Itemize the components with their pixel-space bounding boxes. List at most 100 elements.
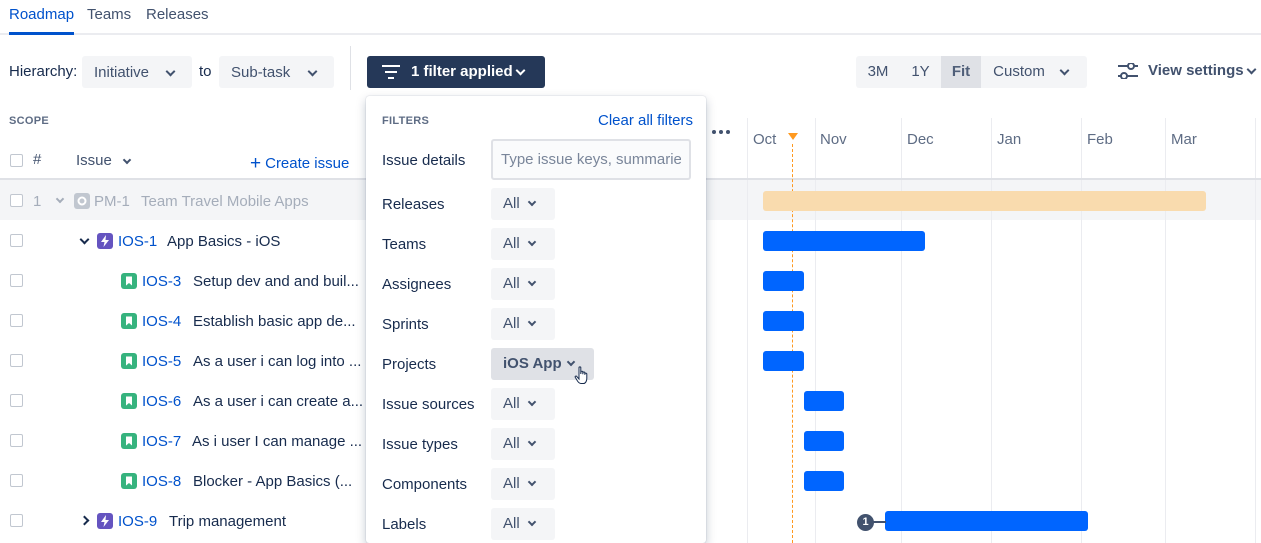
timeline-bar-ios-3[interactable] [763,271,804,291]
chevron-down-icon [527,317,537,327]
scope-title: SCOPE [9,115,50,127]
tab-releases[interactable]: Releases [146,6,209,35]
issue-title[interactable]: As a user i can log into ... [193,353,361,370]
timeline-bar-pm-1[interactable] [763,191,1206,211]
issue-title[interactable]: App Basics - iOS [167,233,280,250]
issue-sources-select[interactable]: All [491,388,555,420]
timeline-bar-ios-5[interactable] [763,351,804,371]
clear-all-filters-link[interactable]: Clear all filters [598,112,693,129]
more-options-icon[interactable] [712,121,733,139]
epic-icon [97,233,113,249]
filters-title: FILTERS [382,115,430,127]
chevron-right-icon[interactable] [79,515,90,526]
issue-sources-value: All [503,395,520,412]
timeline-bar-ios-9[interactable] [885,511,1088,531]
story-icon [121,433,137,449]
issue-key[interactable]: IOS-8 [142,473,181,490]
timescale-3m[interactable]: 3M [856,56,900,88]
row-checkbox[interactable] [10,514,23,527]
filter-button[interactable]: 1 filter applied [367,56,545,88]
plus-icon: + [250,153,262,174]
tab-roadmap[interactable]: Roadmap [9,6,75,35]
row-checkbox[interactable] [10,474,23,487]
hierarchy-from-select[interactable]: Initiative [82,56,192,88]
filter-label-teams: Teams [382,236,427,253]
today-marker-icon [788,133,798,140]
grid-line [991,118,992,543]
issue-key[interactable]: IOS-4 [142,313,181,330]
tab-teams[interactable]: Teams [87,6,131,35]
issue-types-select[interactable]: All [491,428,555,460]
timescale-1y[interactable]: 1Y [900,56,941,88]
grid-line [1255,118,1256,543]
row-checkbox[interactable] [10,354,23,367]
components-select[interactable]: All [491,468,555,500]
column-number: # [33,151,42,168]
create-issue-label: Create issue [265,155,350,172]
chevron-down-icon [1059,65,1070,76]
issue-title[interactable]: Setup dev and and buil... [193,273,359,290]
filter-label-issue-types: Issue types [382,436,458,453]
projects-value: iOS App [503,355,562,372]
issue-title[interactable]: Blocker - App Basics (... [193,473,352,490]
timescale-selector: 3M 1Y Fit Custom [856,56,1087,88]
hand-cursor-icon [574,366,588,384]
hierarchy-to-value: Sub-task [231,63,291,81]
issue-details-input[interactable] [491,139,691,180]
releases-select[interactable]: All [491,188,555,220]
create-issue-button[interactable]: + Create issue [250,152,349,174]
timeline-bar-ios-7[interactable] [804,431,844,451]
timeline-bar-ios-6[interactable] [804,391,844,411]
chevron-down-icon[interactable] [122,155,132,165]
filter-label-components: Components [382,476,468,493]
timeline-bar-ios-8[interactable] [804,471,844,491]
grid-line [901,118,902,543]
grid-line [747,118,748,543]
row-checkbox[interactable] [10,274,23,287]
chevron-down-icon [165,66,176,77]
issue-key[interactable]: IOS-9 [118,513,157,530]
month-label: Mar [1171,131,1197,148]
hierarchy-to-select[interactable]: Sub-task [219,56,334,88]
row-checkbox[interactable] [10,434,23,447]
sprints-select[interactable]: All [491,308,555,340]
grid-line [1081,118,1082,543]
story-icon [121,313,137,329]
row-checkbox[interactable] [10,314,23,327]
issue-key[interactable]: IOS-1 [118,233,157,250]
timescale-custom[interactable]: Custom [981,56,1057,88]
filter-icon [382,65,400,79]
timeline-bar-ios-4[interactable] [763,311,804,331]
sliders-icon [1118,63,1138,79]
issue-key[interactable]: PM-1 [94,193,130,210]
filter-label-labels: Labels [382,516,427,533]
row-checkbox[interactable] [10,394,23,407]
issue-title[interactable]: Establish basic app de... [193,313,356,330]
chevron-down-icon [527,397,537,407]
filter-label-issue-details: Issue details [382,152,466,169]
teams-value: All [503,235,520,252]
issue-title[interactable]: Trip management [169,513,286,530]
timeline-bar-ios-1[interactable] [763,231,925,251]
labels-select[interactable]: All [491,508,555,540]
select-all-checkbox[interactable] [10,154,23,167]
issue-title[interactable]: Team Travel Mobile Apps [141,193,309,210]
issue-title[interactable]: As a user i can create a... [193,393,363,410]
row-checkbox[interactable] [10,194,23,207]
issue-key[interactable]: IOS-7 [142,433,181,450]
toolbar-divider [350,46,351,90]
issue-key[interactable]: IOS-6 [142,393,181,410]
timescale-fit[interactable]: Fit [941,56,981,88]
row-checkbox[interactable] [10,234,23,247]
column-issue[interactable]: Issue [76,152,112,169]
assignees-select[interactable]: All [491,268,555,300]
hierarchy-from-value: Initiative [94,63,150,81]
issue-key[interactable]: IOS-5 [142,353,181,370]
issue-title[interactable]: As i user I can manage ... [192,433,362,450]
chevron-down-icon[interactable] [79,234,90,245]
teams-select[interactable]: All [491,228,555,260]
issue-key[interactable]: IOS-3 [142,273,181,290]
dependency-badge[interactable]: 1 [857,514,874,531]
chevron-down-icon [527,517,537,527]
sprints-value: All [503,315,520,332]
